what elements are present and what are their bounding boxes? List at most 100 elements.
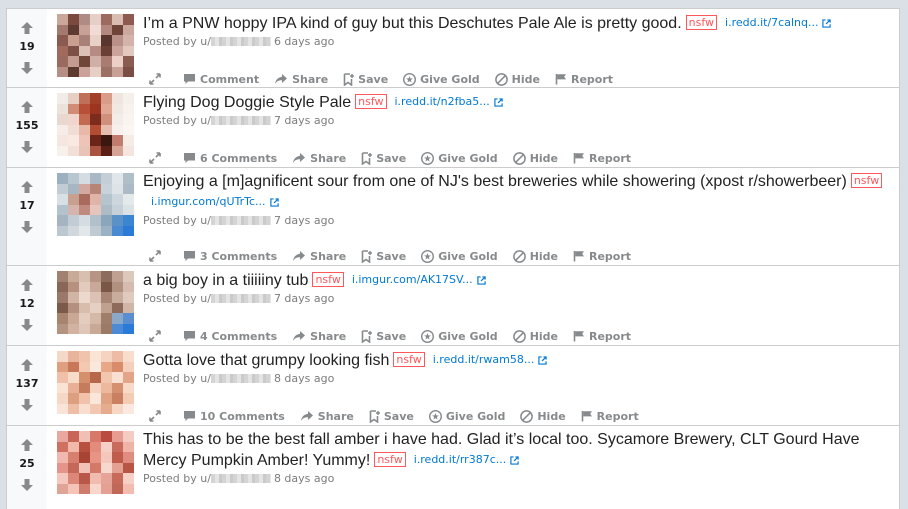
upvote-arrow-icon[interactable] <box>20 358 34 372</box>
redacted-username[interactable] <box>210 37 271 46</box>
thumbnail-pixel <box>90 462 101 473</box>
thumbnail-pixel <box>68 403 79 414</box>
post-domain-link[interactable]: i.redd.it/7calnq... <box>725 16 818 29</box>
upvote-arrow-icon[interactable] <box>20 21 34 35</box>
give-gold-button[interactable]: Give Gold <box>421 250 498 263</box>
post-domain-link[interactable]: i.redd.it/rr387c... <box>414 453 507 466</box>
expand-icon[interactable] <box>149 250 165 262</box>
post-thumbnail[interactable] <box>57 93 134 156</box>
share-button[interactable]: Share <box>274 73 328 86</box>
expand-icon[interactable] <box>149 152 165 164</box>
report-button[interactable]: Report <box>573 330 631 343</box>
downvote-arrow-icon[interactable] <box>20 478 34 492</box>
post-card[interactable]: 155 Flying Dog Doggie Style Pale nsfw i.re… <box>6 88 900 168</box>
flag-icon <box>573 331 584 342</box>
post-thumbnail[interactable] <box>57 431 134 494</box>
thumbnail-pixel <box>123 93 134 104</box>
comments-button[interactable]: 6 Comments <box>183 152 277 165</box>
share-label: Share <box>317 409 354 423</box>
posted-by-label: Posted by u/ <box>143 35 211 48</box>
thumbnail-pixel <box>90 45 101 56</box>
post-card[interactable]: 17 Enjoying a [m]agnificent sour from on… <box>6 168 900 266</box>
share-button[interactable]: Share <box>300 410 354 423</box>
post-card[interactable]: 19 I’m a PNW hoppy IPA kind of guy but t… <box>6 8 900 88</box>
save-button[interactable]: Save <box>343 73 388 86</box>
share-button[interactable]: Share <box>292 250 346 263</box>
give-gold-button[interactable]: Give Gold <box>403 73 480 86</box>
post-title[interactable]: a big boy in a tiiiiiny tub <box>143 272 308 289</box>
post-card[interactable]: 12 a big boy in a tiiiiiny tub nsfw i.imgu… <box>6 266 900 346</box>
report-button[interactable]: Report <box>573 152 631 165</box>
external-link-icon[interactable] <box>822 19 832 28</box>
comments-button[interactable]: 3 Comments <box>183 250 277 263</box>
hide-button[interactable]: Hide <box>494 73 540 86</box>
external-link-icon[interactable] <box>510 456 519 465</box>
report-button[interactable]: Report <box>555 73 613 86</box>
expand-icon[interactable] <box>149 330 165 342</box>
save-button[interactable]: Save <box>369 410 414 423</box>
comments-button[interactable]: Comment <box>183 73 259 86</box>
give-gold-button[interactable]: Give Gold <box>421 152 498 165</box>
post-thumbnail[interactable] <box>57 351 134 414</box>
thumbnail-pixel <box>123 351 134 362</box>
post-title[interactable]: Flying Dog Doggie Style Pale <box>143 94 351 111</box>
downvote-arrow-icon[interactable] <box>20 318 34 332</box>
comment-icon <box>184 411 195 421</box>
upvote-arrow-icon[interactable] <box>20 438 34 452</box>
post-thumbnail[interactable] <box>57 271 134 334</box>
external-link-icon[interactable] <box>494 98 503 107</box>
external-link-icon[interactable] <box>269 198 279 207</box>
report-button[interactable]: Report <box>581 410 639 423</box>
post-card[interactable]: 137 Gotta love that grumpy looking fish n… <box>6 346 900 426</box>
comments-button[interactable]: 4 Comments <box>183 330 277 343</box>
save-button[interactable]: Save <box>361 330 406 343</box>
post-title[interactable]: Gotta love that grumpy looking fish <box>143 352 389 369</box>
give-gold-button[interactable]: Give Gold <box>421 330 498 343</box>
expand-icon[interactable] <box>149 73 165 85</box>
redacted-username[interactable] <box>210 294 271 303</box>
post-title[interactable]: Enjoying a [m]agnificent sour from one o… <box>143 173 847 190</box>
hide-button[interactable]: Hide <box>512 330 558 343</box>
share-button[interactable]: Share <box>292 152 346 165</box>
post-thumbnail[interactable] <box>57 173 134 236</box>
post-domain-link[interactable]: i.redd.it/rwam58... <box>433 353 535 366</box>
expand-icon[interactable] <box>149 410 165 422</box>
post-domain-link[interactable]: i.imgur.com/AK17SV... <box>352 273 473 286</box>
upvote-arrow-icon[interactable] <box>20 100 34 114</box>
thumbnail-pixel <box>68 93 79 104</box>
redacted-username[interactable] <box>210 216 271 225</box>
thumbnail-pixel <box>79 452 90 463</box>
external-link-icon[interactable] <box>538 356 548 365</box>
redacted-username[interactable] <box>210 116 271 125</box>
redacted-username[interactable] <box>210 474 271 483</box>
thumbnail-pixel <box>57 382 68 393</box>
report-button[interactable]: Report <box>573 250 631 263</box>
give-gold-button[interactable]: Give Gold <box>428 410 505 423</box>
thumbnail-pixel <box>112 215 123 226</box>
share-button[interactable]: Share <box>292 330 346 343</box>
thumbnail-pixel <box>101 483 112 494</box>
post-thumbnail[interactable] <box>57 14 134 77</box>
post-title[interactable]: I’m a PNW hoppy IPA kind of guy but this… <box>143 15 682 32</box>
external-link-icon[interactable] <box>476 276 486 285</box>
post-domain-link[interactable]: i.imgur.com/qUTrTc... <box>151 195 266 208</box>
post-actions: 3 Comments Share Save Give Gold Hide Rep… <box>149 248 646 264</box>
comments-button[interactable]: 10 Comments <box>183 410 285 423</box>
post-domain-link[interactable]: i.redd.it/n2fba5... <box>395 95 490 108</box>
downvote-arrow-icon[interactable] <box>20 398 34 412</box>
thumbnail-pixel <box>57 292 68 303</box>
downvote-arrow-icon[interactable] <box>20 140 34 154</box>
downvote-arrow-icon[interactable] <box>20 61 34 75</box>
redacted-username[interactable] <box>210 374 271 383</box>
downvote-arrow-icon[interactable] <box>20 220 34 234</box>
upvote-arrow-icon[interactable] <box>20 180 34 194</box>
upvote-arrow-icon[interactable] <box>20 278 34 292</box>
save-button[interactable]: Save <box>361 250 406 263</box>
hide-button[interactable]: Hide <box>520 410 566 423</box>
post-card[interactable]: 25 This has to be the best fall amber i … <box>6 426 900 509</box>
hide-button[interactable]: Hide <box>512 250 558 263</box>
thumbnail-pixel <box>57 35 68 46</box>
thumbnail-pixel <box>112 372 123 383</box>
hide-button[interactable]: Hide <box>512 152 558 165</box>
save-button[interactable]: Save <box>361 152 406 165</box>
